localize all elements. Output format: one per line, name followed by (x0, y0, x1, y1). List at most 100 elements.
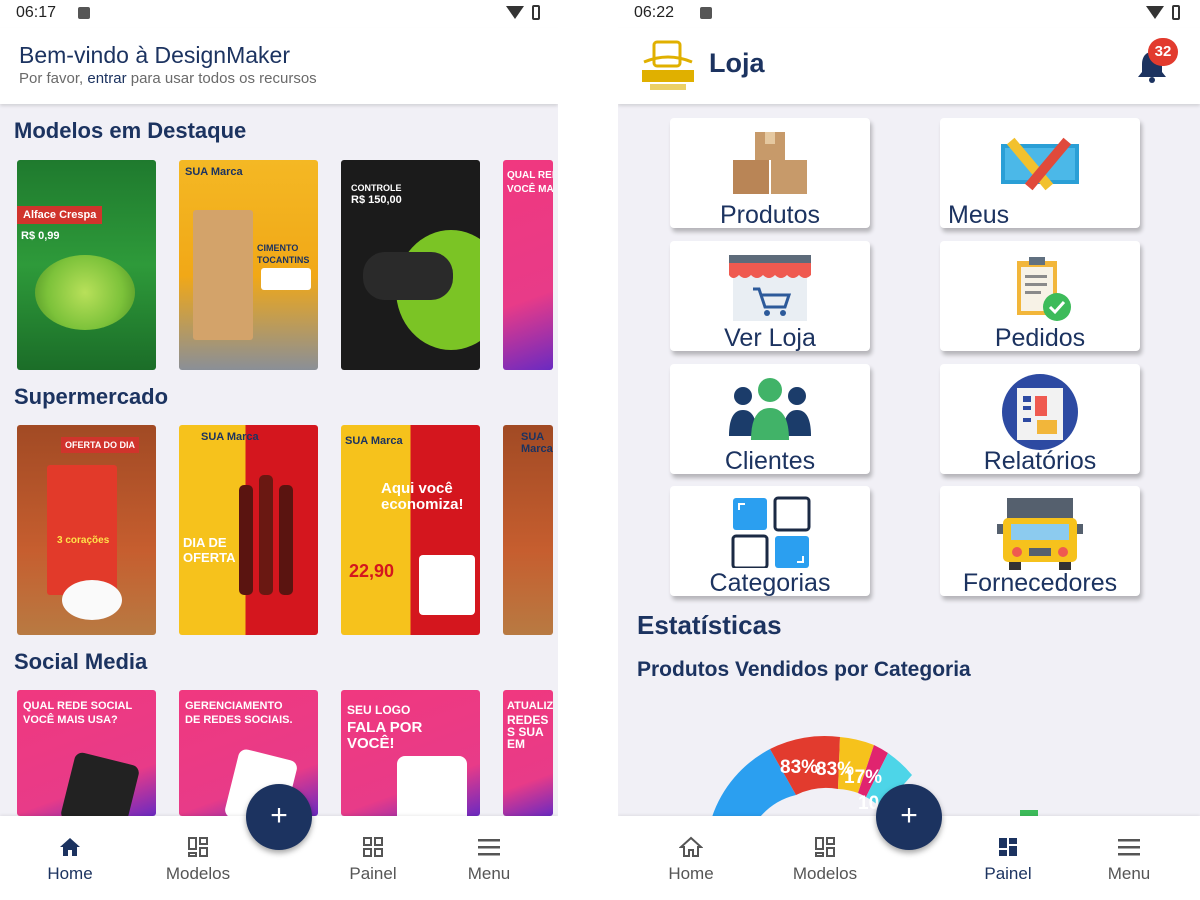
card-text: GERENCIAMENTO (185, 700, 283, 712)
nav-modelos[interactable]: Modelos (780, 834, 870, 884)
designmaker-screen: 06:17 Bem-vindo à DesignMaker Por favor,… (0, 0, 558, 900)
nav-menu-label: Menu (467, 864, 511, 883)
grid-icon (725, 496, 815, 570)
design-tools-icon (995, 128, 1085, 198)
coffee-cup-image (62, 580, 122, 620)
status-time: 06:17 (16, 4, 57, 21)
phone-image (59, 751, 141, 816)
bottle-image (239, 485, 253, 595)
template-card[interactable]: ATUALIZ REDES S SUA EM (503, 690, 553, 816)
card-text: SEU LOGO (347, 703, 411, 717)
nav-modelos-label: Modelos (165, 864, 231, 883)
card-brand: SUA Marca (345, 435, 403, 447)
nav-modelos[interactable]: Modelos (153, 834, 243, 884)
nav-home-label: Home (668, 864, 714, 883)
store-header: Loja 32 (618, 28, 1200, 104)
add-fab-button[interactable]: + (876, 784, 942, 850)
nav-modelos-label: Modelos (792, 864, 858, 883)
card-brand: SUA Marca (185, 166, 243, 178)
template-card[interactable]: Alface Crespa R$ 0,99 (17, 160, 156, 370)
card-text: REDES S SUA EM (507, 713, 549, 751)
nav-home[interactable]: Home (25, 834, 115, 884)
chart-title: Produtos Vendidos por Categoria (637, 658, 971, 681)
battery-icon (532, 5, 540, 20)
nav-home[interactable]: Home (646, 834, 736, 884)
template-card[interactable]: QUAL REDE VOCÊ MA (503, 160, 553, 370)
tile-ver-loja[interactable]: Ver Loja (670, 241, 870, 352)
template-card[interactable]: QUAL REDE SOCIAL VOCÊ MAIS USA? (17, 690, 156, 816)
tile-label: Ver Loja (724, 324, 816, 352)
wifi-icon (506, 6, 524, 19)
troca-cell-logo (640, 40, 696, 92)
statistics-title: Estatísticas (637, 610, 782, 640)
card-text: QUAL REDE SOCIAL (23, 700, 133, 712)
truck-icon (995, 496, 1085, 570)
card-price: 22,90 (349, 561, 395, 581)
template-card[interactable]: OFERTA DO DIA 3 corações (17, 425, 156, 635)
nav-painel-label: Painel (984, 864, 1032, 883)
dashboard-outline-icon (780, 834, 870, 860)
card-tag: OFERTA DO DIA (61, 437, 139, 453)
tile-relatorios[interactable]: Relatórios (940, 364, 1140, 475)
card-text: ATUALIZ (507, 700, 553, 712)
template-card[interactable]: SEU LOGO FALA POR VOCÊ! (341, 690, 480, 816)
nav-painel[interactable]: Painel (963, 834, 1053, 884)
tile-label: Relatórios (983, 447, 1097, 475)
card-text: QUAL REDE (507, 170, 553, 181)
tile-clientes[interactable]: Clientes (670, 364, 870, 475)
card-brand: SUA Marca (201, 431, 259, 443)
tile-meus[interactable]: Meus (940, 118, 1140, 229)
lettuce-image (35, 255, 135, 330)
clipboard-check-icon (995, 251, 1085, 321)
template-card[interactable]: SUA Marca Aqui você economiza! 22,90 (341, 425, 480, 635)
battery-icon (1172, 5, 1180, 20)
card-text: DIA DE OFERTA (183, 535, 236, 565)
card-text: VOCÊ MA (507, 184, 553, 195)
nav-menu-label: Menu (1107, 864, 1151, 883)
price-box (261, 268, 311, 290)
card-text: VOCÊ MAIS USA? (23, 714, 118, 726)
login-link[interactable]: entrar (87, 70, 126, 87)
template-card[interactable]: CONTROLE R$ 150,00 (341, 160, 480, 370)
notification-icon (700, 7, 712, 19)
section-title-supermercado: Supermercado (14, 384, 169, 409)
section-title-destaque: Modelos em Destaque (14, 118, 247, 143)
status-time: 06:22 (634, 4, 675, 21)
template-card[interactable]: SUA Marca DIA DE OFERTA (179, 425, 318, 635)
bottle-image (279, 485, 293, 595)
subtitle-text: Por favor, (19, 70, 88, 87)
card-price: R$ 0,99 (21, 230, 60, 242)
chart-label: 17% (844, 767, 882, 788)
add-fab-button[interactable]: + (246, 784, 312, 850)
tile-categorias[interactable]: Categorias (670, 486, 870, 597)
wifi-icon (1146, 6, 1164, 19)
store-cart-icon (725, 251, 815, 321)
people-icon (725, 374, 815, 444)
nav-painel-label: Painel (349, 864, 397, 883)
ice-cream-box-image (419, 555, 475, 615)
subtitle-text-end: para usar todos os recursos (126, 70, 317, 87)
phone-image (397, 756, 467, 816)
panel-outline-icon (328, 834, 418, 860)
cement-bag-image (193, 210, 253, 340)
menu-icon (1084, 834, 1174, 860)
card-price: R$ 150,00 (351, 194, 402, 206)
nav-menu[interactable]: Menu (1084, 834, 1174, 884)
section-title-social: Social Media (14, 649, 148, 674)
template-card[interactable]: SUA Marca CIMENTO TOCANTINS (179, 160, 318, 370)
nav-home-label: Home (47, 864, 93, 883)
home-outline-icon (646, 834, 736, 860)
nav-menu[interactable]: Menu (444, 834, 534, 884)
home-icon (25, 834, 115, 860)
tile-fornecedores[interactable]: Fornecedores (940, 486, 1140, 597)
tile-produtos[interactable]: Produtos (670, 118, 870, 229)
status-bar: 06:17 (0, 0, 558, 28)
card-text: CIMENTO TOCANTINS (257, 243, 310, 265)
nav-painel[interactable]: Painel (328, 834, 418, 884)
tile-label: Produtos (719, 201, 821, 229)
tile-label: Pedidos (994, 324, 1086, 352)
tile-pedidos[interactable]: Pedidos (940, 241, 1140, 352)
template-card[interactable]: SUA Marca (503, 425, 553, 635)
notification-icon (78, 7, 90, 19)
welcome-header: Bem-vindo à DesignMaker Por favor, entra… (0, 28, 558, 104)
